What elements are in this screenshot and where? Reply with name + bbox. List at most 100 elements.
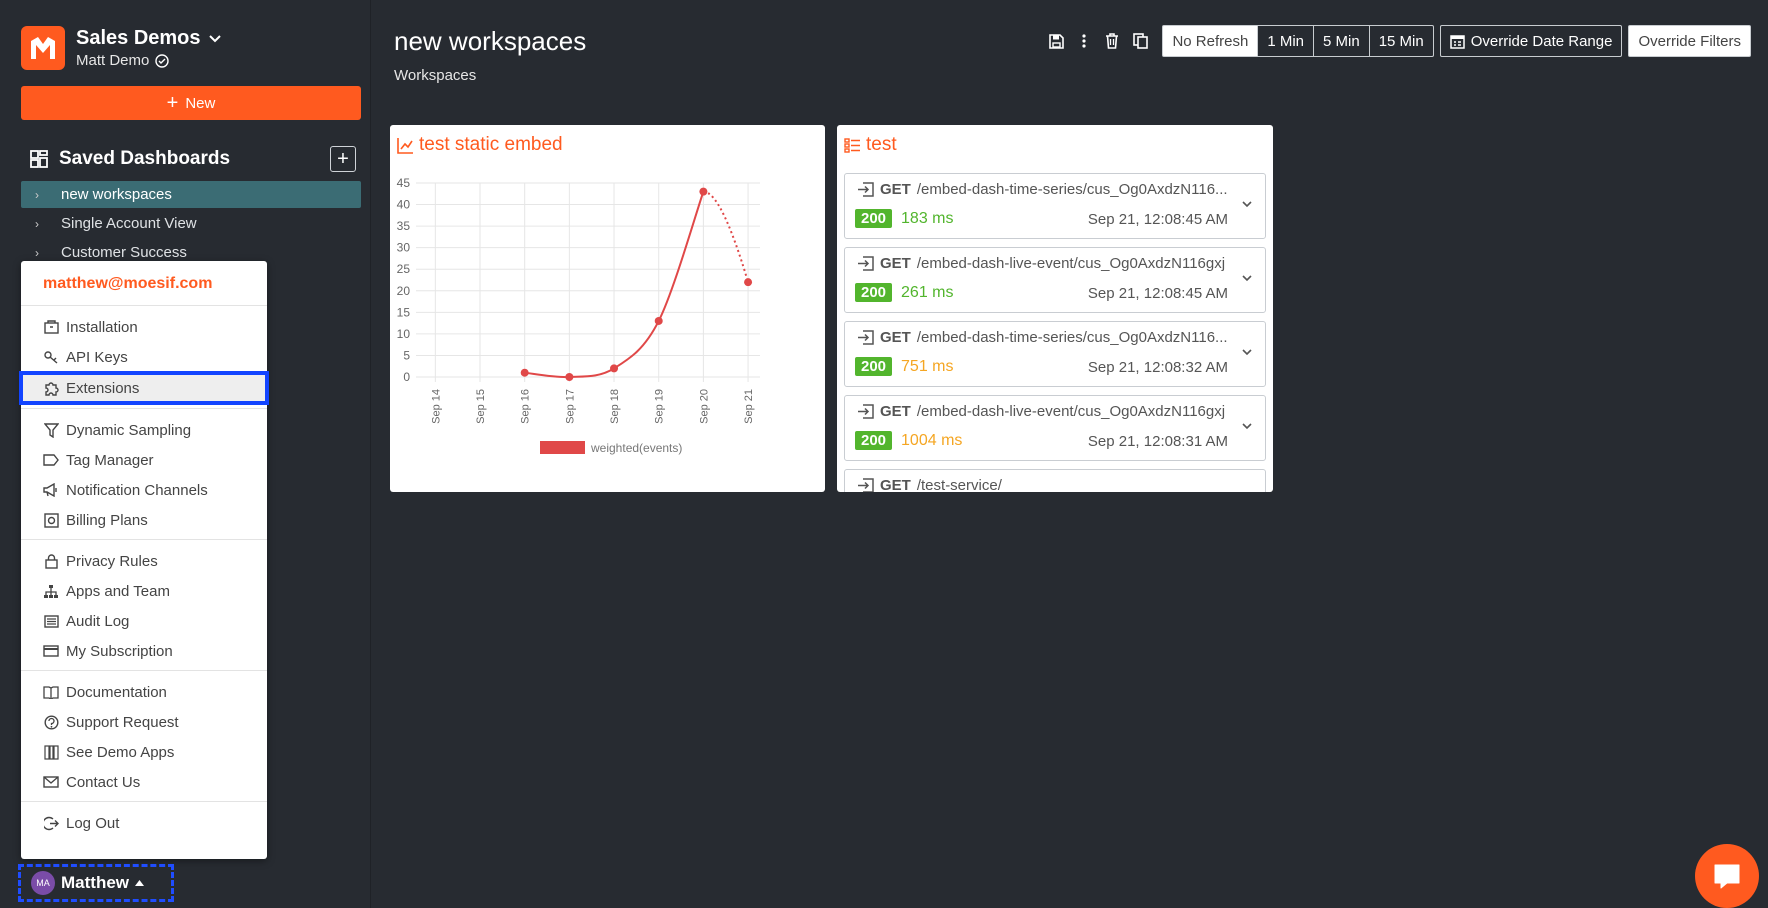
installation-icon: [43, 319, 59, 335]
menu-item-label: Extensions: [66, 379, 140, 397]
event-latency: 1004 ms: [901, 431, 963, 449]
tag-icon: [43, 452, 59, 468]
x-tick-label: Sep 18: [609, 389, 621, 424]
org-name: Sales Demos: [76, 27, 201, 49]
billing-icon: [43, 512, 59, 528]
puzzle-icon: [43, 380, 59, 396]
menu-item-my-subscription[interactable]: My Subscription: [21, 636, 267, 666]
chevron-down-icon[interactable]: [1241, 420, 1253, 432]
support-icon: [43, 714, 59, 730]
status-badge: 200: [855, 209, 893, 228]
menu-item-tag-manager[interactable]: Tag Manager: [21, 445, 267, 475]
dashboard-item-label: new workspaces: [61, 186, 172, 203]
menu-item-extensions[interactable]: Extensions: [19, 371, 269, 405]
moesif-logo: [21, 26, 65, 70]
menu-item-privacy-rules[interactable]: Privacy Rules: [21, 546, 267, 576]
event-latency: 183 ms: [901, 209, 954, 227]
menu-item-label: Privacy Rules: [66, 552, 158, 570]
event-response: 200 261 ms: [855, 283, 954, 302]
lock-icon: [43, 553, 59, 569]
chart-title: test static embed: [419, 134, 563, 155]
menu-item-dynamic-sampling[interactable]: Dynamic Sampling: [21, 415, 267, 445]
copy-icon[interactable]: [1126, 25, 1154, 57]
add-dashboard-button[interactable]: +: [330, 146, 356, 172]
event-widget-title[interactable]: test: [844, 134, 897, 156]
dashboard-toolbar: No Refresh 1 Min 5 Min 15 Min Override Date…: [1042, 25, 1751, 57]
refresh-interval-group: No Refresh 1 Min 5 Min 15 Min: [1162, 25, 1434, 57]
new-button[interactable]: + New: [21, 86, 361, 120]
menu-item-label: Support Request: [66, 713, 179, 731]
logout-icon: [43, 815, 59, 831]
override-filters-label: Override Filters: [1638, 32, 1741, 50]
key-icon: [43, 349, 59, 365]
menu-group: Dynamic Sampling Tag Manager Notification …: [21, 409, 267, 540]
y-tick-label: 35: [397, 219, 411, 233]
menu-item-api-keys[interactable]: API Keys: [21, 342, 267, 372]
event-path: /embed-dash-live-event/cus_Og0AxdzN116gx…: [916, 403, 1226, 420]
menu-item-apps-and-team[interactable]: Apps and Team: [21, 576, 267, 606]
y-tick-label: 45: [397, 176, 411, 190]
menu-item-label: Log Out: [66, 814, 120, 832]
y-tick-label: 15: [397, 305, 411, 319]
legend-label: weighted(events): [590, 441, 682, 455]
chart-widget-title[interactable]: test static embed: [397, 134, 563, 156]
plus-icon: +: [166, 92, 179, 114]
event-card[interactable]: GET/embed-dash-time-series/cus_Og0AxdzN1…: [844, 321, 1266, 387]
event-card[interactable]: GET/embed-dash-live-event/cus_Og0AxdzN11…: [844, 395, 1266, 461]
data-point: [744, 278, 753, 287]
x-tick-label: Sep 17: [564, 389, 576, 424]
caret-up-icon: [135, 880, 144, 886]
request-in-icon: [858, 182, 874, 197]
new-button-label: New: [185, 94, 216, 112]
list-icon: [43, 613, 59, 629]
menu-item-label: See Demo Apps: [66, 743, 175, 761]
user-menu-button[interactable]: MA Matthew: [18, 864, 174, 902]
dashboard-item-new-workspaces[interactable]: › new workspaces: [21, 181, 361, 208]
chevron-right-icon: ›: [35, 216, 39, 231]
refresh-option-15-min[interactable]: 15 Min: [1369, 25, 1434, 57]
y-tick-label: 25: [397, 262, 411, 276]
menu-group: Privacy Rules Apps and Team Audit Log My Su…: [21, 540, 267, 671]
more-vertical-icon[interactable]: [1070, 25, 1098, 57]
chevron-down-icon[interactable]: [1241, 346, 1253, 358]
override-date-range-button[interactable]: Override Date Range: [1439, 25, 1623, 57]
menu-item-documentation[interactable]: Documentation: [21, 677, 267, 707]
dashboard-item-single-account-view[interactable]: › Single Account View: [21, 210, 361, 237]
menu-item-label: Notification Channels: [66, 481, 208, 499]
save-icon[interactable]: [1042, 25, 1070, 57]
event-response: 200 183 ms: [855, 209, 954, 228]
menu-item-contact-us[interactable]: Contact Us: [21, 767, 267, 797]
menu-item-billing-plans[interactable]: Billing Plans: [21, 505, 267, 535]
refresh-option-5-min[interactable]: 5 Min: [1314, 25, 1370, 57]
menu-item-installation[interactable]: Installation: [21, 312, 267, 342]
menu-item-audit-log[interactable]: Audit Log: [21, 606, 267, 636]
menu-item-log-out[interactable]: Log Out: [21, 808, 267, 838]
org-switcher[interactable]: Sales Demos Matt Demo: [21, 26, 221, 70]
menu-item-label: Audit Log: [66, 612, 130, 630]
status-badge: 200: [855, 283, 893, 302]
menu-item-support-request[interactable]: Support Request: [21, 707, 267, 737]
event-card[interactable]: GET/embed-dash-time-series/cus_Og0AxdzN1…: [844, 173, 1266, 239]
menu-item-label: Dynamic Sampling: [66, 421, 192, 439]
chevron-down-icon[interactable]: [1241, 198, 1253, 210]
event-path: /embed-dash-live-event/cus_Og0AxdzN116gx…: [916, 255, 1226, 272]
chevron-down-icon[interactable]: [1241, 272, 1253, 284]
menu-item-label: Documentation: [66, 683, 167, 701]
trash-icon[interactable]: [1098, 25, 1126, 57]
override-filters-button[interactable]: Override Filters: [1628, 25, 1751, 57]
refresh-option-no-refresh[interactable]: No Refresh: [1162, 25, 1259, 57]
status-badge: 200: [855, 357, 893, 376]
event-card[interactable]: GET/embed-dash-live-event/cus_Og0AxdzN11…: [844, 247, 1266, 313]
menu-item-notification-channels[interactable]: Notification Channels: [21, 475, 267, 505]
event-request: GET/embed-dash-live-event/cus_Og0AxdzN11…: [857, 255, 1225, 272]
org-user-name: Matt Demo: [76, 52, 150, 69]
chat-widget-button[interactable]: [1695, 844, 1759, 908]
event-card[interactable]: GET/test-service/: [844, 469, 1266, 492]
event-request: GET/embed-dash-time-series/cus_Og0AxdzN1…: [857, 181, 1228, 198]
dashboard-item-label: Customer Success: [61, 244, 187, 261]
refresh-option-1-min[interactable]: 1 Min: [1258, 25, 1314, 57]
dashboard-item-label: Single Account View: [61, 215, 197, 232]
x-tick-label: Sep 20: [698, 389, 710, 424]
chevron-down-icon: [208, 34, 221, 42]
menu-item-see-demo-apps[interactable]: See Demo Apps: [21, 737, 267, 767]
